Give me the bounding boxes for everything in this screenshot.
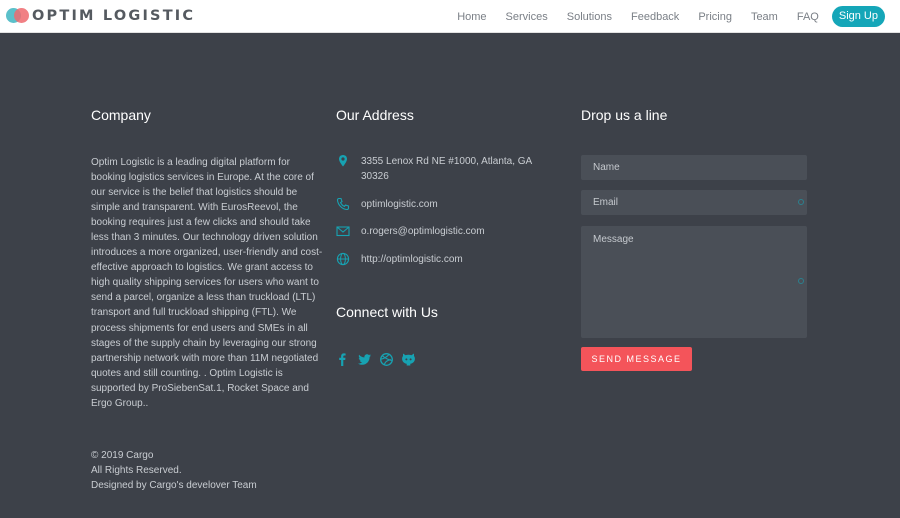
address-street: 3355 Lenox Rd NE #1000, Atlanta, GA 3032…: [361, 156, 532, 182]
footer-copyright: © 2019 Cargo All Rights Reserved. Design…: [91, 448, 257, 494]
connect-heading: Connect with Us: [336, 304, 438, 320]
github-icon[interactable]: [401, 352, 416, 367]
contact-heading: Drop us a line: [581, 107, 668, 123]
address-email[interactable]: o.rogers@optimlogistic.com: [361, 224, 485, 239]
email-placeholder: Email: [593, 197, 619, 208]
logo-circles-icon: [6, 6, 30, 26]
facebook-icon[interactable]: [335, 352, 350, 367]
address-website[interactable]: optimlogistic.com: [361, 197, 438, 212]
email-input[interactable]: Email: [581, 190, 807, 215]
nav-solutions[interactable]: Solutions: [567, 11, 612, 23]
name-input[interactable]: Name: [581, 155, 807, 180]
brand-name: OPTIM LOGISTIC: [32, 8, 196, 24]
rights-line: All Rights Reserved.: [91, 465, 182, 477]
phone-icon: [336, 197, 350, 211]
nav-faq[interactable]: FAQ: [797, 11, 819, 23]
nav-services[interactable]: Services: [506, 11, 548, 23]
send-message-button[interactable]: SEND MESSAGE: [581, 347, 692, 371]
address-email-row: o.rogers@optimlogistic.com: [336, 224, 546, 239]
address-url[interactable]: http://optimlogistic.com: [361, 252, 463, 267]
globe-icon: [336, 252, 350, 266]
company-description: Optim Logistic is a leading digital plat…: [91, 157, 323, 409]
social-links: [335, 352, 423, 367]
message-validation-indicator: [798, 278, 804, 284]
address-street-row: 3355 Lenox Rd NE #1000, Atlanta, GA 3032…: [336, 154, 546, 184]
credit-line: Designed by Cargo's develover Team: [91, 480, 257, 492]
map-marker-icon: [339, 155, 347, 167]
nav-feedback[interactable]: Feedback: [631, 11, 679, 23]
address-url-row: http://optimlogistic.com: [336, 252, 546, 267]
brand-logo[interactable]: OPTIM LOGISTIC: [6, 5, 195, 27]
signup-button[interactable]: Sign Up: [831, 6, 885, 27]
address-website-row: optimlogistic.com: [336, 197, 546, 212]
message-placeholder: Message: [593, 234, 634, 245]
envelope-icon: [336, 226, 350, 237]
dribbble-icon[interactable]: [379, 352, 394, 367]
nav-home[interactable]: Home: [457, 11, 486, 23]
twitter-icon[interactable]: [357, 352, 372, 367]
nav-menu: Home Services Solutions Feedback Pricing…: [457, 0, 900, 33]
company-heading: Company: [91, 107, 151, 123]
email-validation-indicator: [798, 199, 804, 205]
address-heading: Our Address: [336, 107, 414, 123]
nav-team[interactable]: Team: [751, 11, 778, 23]
message-textarea[interactable]: Message: [581, 226, 807, 338]
nav-pricing[interactable]: Pricing: [698, 11, 732, 23]
copyright-line: © 2019 Cargo: [91, 450, 154, 461]
top-navbar: OPTIM LOGISTIC Home Services Solutions F…: [0, 0, 900, 33]
